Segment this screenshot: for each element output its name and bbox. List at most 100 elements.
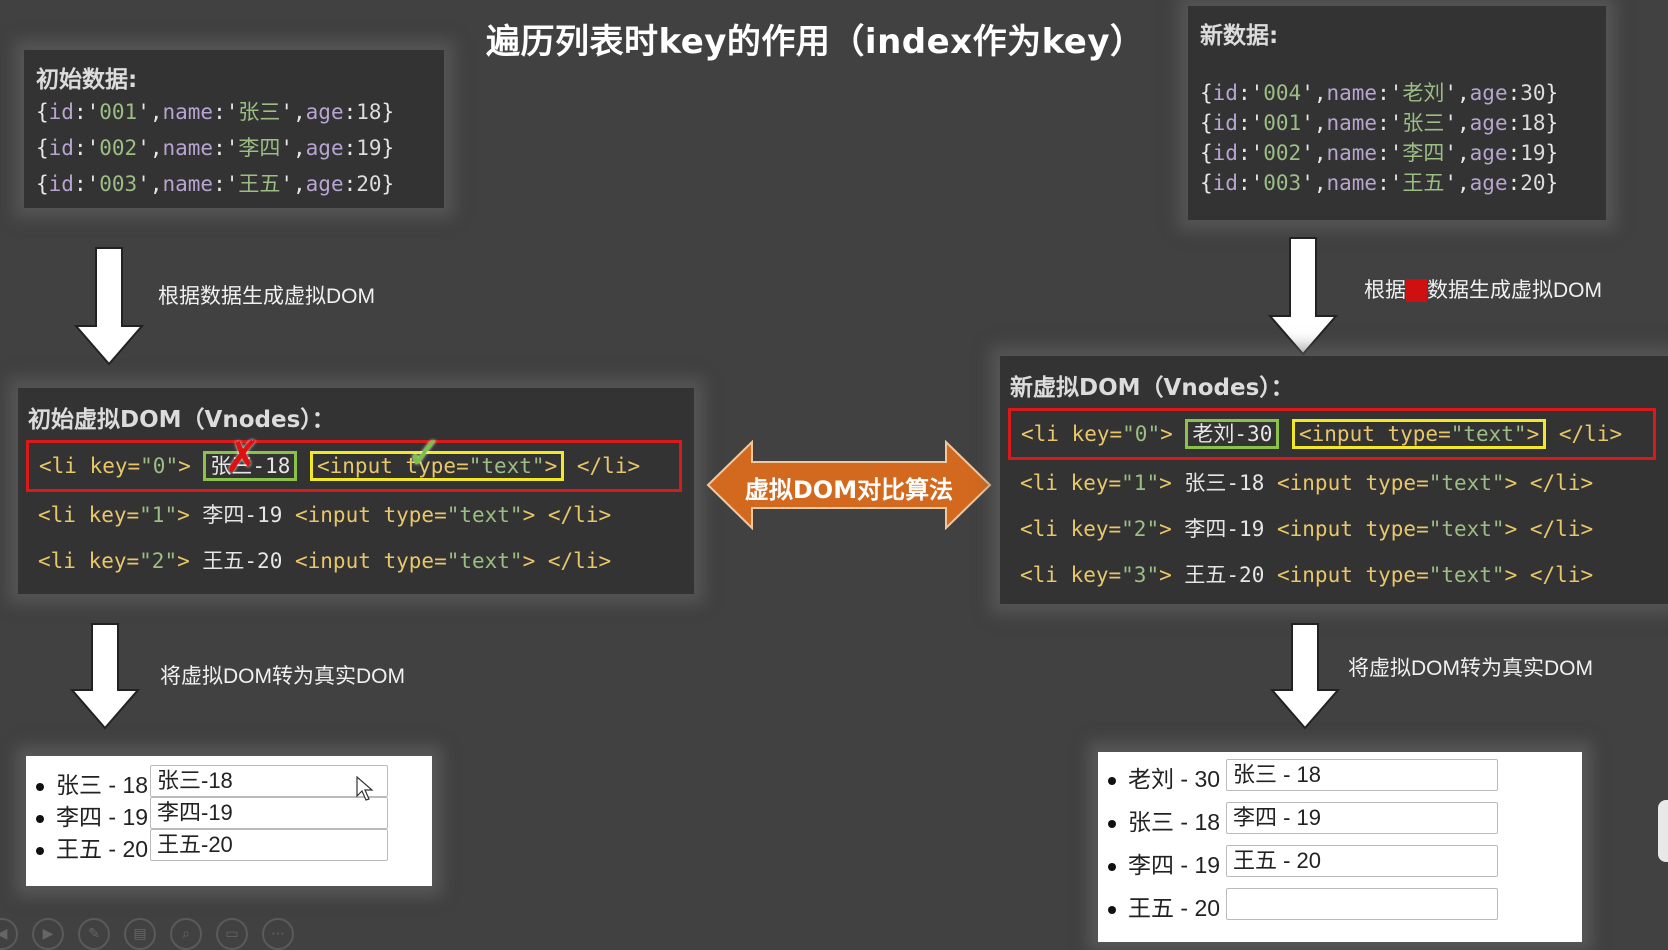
type-attr: type= (1352, 471, 1429, 495)
down-arrow-icon (69, 623, 141, 730)
id-value: 003 (99, 172, 138, 196)
item-label: 李四 - 19 (1128, 852, 1221, 878)
text-input[interactable]: 李四-19 (150, 797, 388, 829)
tag-end: > (522, 503, 536, 527)
key-attr: key= (1057, 471, 1122, 495)
next-icon[interactable]: ▶ (32, 918, 64, 950)
text-input[interactable]: 王五-20 (150, 829, 388, 861)
key-id: id (48, 136, 74, 160)
colon: :' (73, 172, 100, 196)
new-data-panel: 新数据: {id:'004',name:'老刘',age:30} {id:'001… (1188, 6, 1606, 220)
text-input[interactable] (1226, 888, 1498, 920)
brace: { (1200, 111, 1213, 135)
highlighted-word: 新 (1406, 279, 1427, 302)
tag-end: > (1160, 422, 1173, 446)
key-attr: key= (76, 454, 141, 478)
previous-icon[interactable]: ◀ (0, 918, 18, 950)
initial-data-list: {id:'001',name:'张三',age:18} {id:'002',nam… (36, 94, 432, 202)
label-part: 根据 (1364, 279, 1406, 302)
new-vdom-panel: 新虚拟DOM（Vnodes）： <li key="0"> 老刘-30 <inpu… (1000, 356, 1668, 604)
initial-vdom-rows: <li key="0"> 张三-18 <input type="text"> <… (26, 440, 684, 584)
slides-icon[interactable]: ▤ (124, 918, 156, 950)
type-attr: type= (1352, 563, 1429, 587)
colon: :' (1377, 141, 1403, 165)
li-open-tag: <li (38, 503, 76, 527)
tag-end: > (522, 549, 536, 573)
key-name: name (1326, 81, 1378, 105)
colon: :' (1377, 81, 1403, 105)
key-value: "1" (1121, 471, 1160, 495)
key-attr: key= (75, 503, 140, 527)
brace: } (1545, 111, 1559, 135)
initial-vdom-heading: 初始虚拟DOM（Vnodes）： (28, 407, 335, 433)
input-open-tag: <input (1277, 563, 1353, 587)
side-panel-handle[interactable] (1658, 800, 1668, 862)
quote: ', (137, 172, 163, 196)
data-object-line: {id:'001',name:'张三',age:18} (1200, 108, 1594, 138)
pen-icon[interactable]: ✎ (78, 918, 110, 950)
li-open-tag: <li (38, 549, 76, 573)
vnode-row: <li key="0"> 张三-18 <input type="text"> <… (26, 440, 682, 492)
new-real-dom: 老刘 - 30 张三 - 18 张三 - 18 李四 - 19 李四 - 19 王五 - … (1098, 752, 1582, 942)
vnode-input: <input type="text"> (1277, 563, 1517, 587)
type-attr: type= (1374, 422, 1451, 446)
tag-end: > (1159, 517, 1172, 541)
name-value: 李四 (1402, 141, 1445, 165)
li-close-tag: </li> (1529, 563, 1594, 587)
bullet-icon (36, 814, 44, 823)
colon: :' (73, 136, 100, 160)
screen-icon[interactable]: ▭ (216, 918, 248, 950)
tag-end: > (1504, 471, 1518, 495)
type-attr: type= (370, 549, 447, 573)
real-list-item: 王五 - 20 (36, 830, 148, 864)
new-data-list: {id:'004',name:'老刘',age:30} {id:'001',nam… (1200, 78, 1594, 198)
generate-vdom-label: 根据数据生成虚拟DOM (158, 285, 375, 308)
more-icon[interactable]: ⋯ (262, 918, 294, 950)
colon: :' (1377, 111, 1403, 135)
vnode-text: 王五-20 (1184, 563, 1265, 587)
item-label: 王五 - 20 (56, 836, 149, 862)
brace: } (1545, 81, 1559, 105)
colon: : (1507, 171, 1521, 195)
zoom-icon[interactable]: ⌕ (170, 918, 202, 950)
text-input[interactable]: 张三-18 (150, 765, 388, 797)
colon: : (343, 136, 357, 160)
new-data-heading: 新数据: (1200, 23, 1279, 49)
tag-end: > (544, 454, 558, 478)
bullet-icon (1108, 862, 1116, 871)
tag-end: > (178, 454, 191, 478)
key-id: id (1212, 171, 1238, 195)
item-label: 张三 - 18 (56, 772, 149, 798)
text-input[interactable]: 王五 - 20 (1226, 845, 1498, 877)
key-id: id (1212, 111, 1238, 135)
text-input[interactable]: 张三 - 18 (1226, 759, 1498, 791)
checkmark-icon: ✓ (406, 428, 443, 479)
li-close-tag: </li> (547, 549, 612, 573)
text-input[interactable]: 李四 - 19 (1226, 802, 1498, 834)
key-id: id (48, 172, 74, 196)
key-age: age (1469, 111, 1508, 135)
brace: } (381, 100, 395, 124)
real-list-item: 王五 - 20 (1108, 889, 1220, 923)
vnode-row: <li key="2"> 王五-20 <input type="text"> <… (28, 538, 684, 584)
key-name: name (162, 100, 214, 124)
age-value: 20 (356, 172, 382, 196)
key-attr: key= (1057, 517, 1122, 541)
key-id: id (1212, 141, 1238, 165)
type-attr: type= (370, 503, 447, 527)
type-value: "text" (1428, 517, 1505, 541)
colon: :' (213, 100, 239, 124)
brace: } (1545, 171, 1559, 195)
key-value: "0" (140, 454, 179, 478)
li-close-tag: </li> (576, 454, 641, 478)
input-open-tag: <input (1277, 471, 1353, 495)
bullet-icon (1108, 905, 1116, 914)
key-age: age (305, 172, 344, 196)
tag-end: > (1159, 471, 1172, 495)
